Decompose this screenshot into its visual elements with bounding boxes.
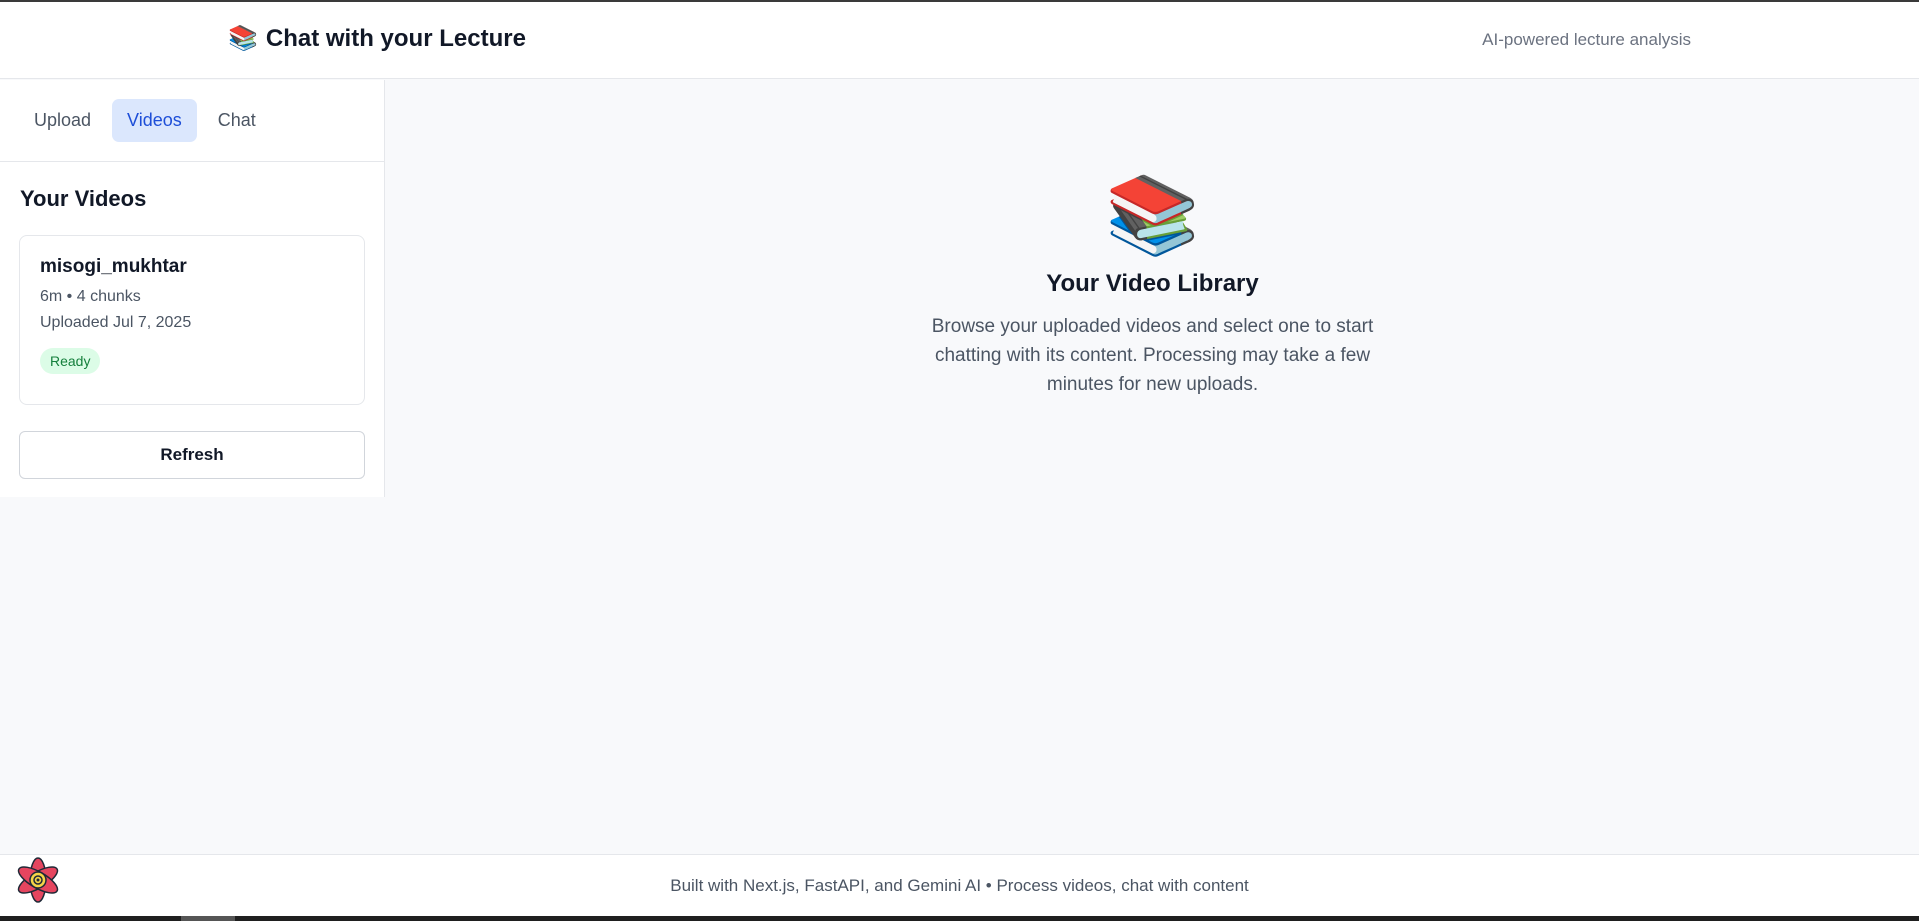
video-name: misogi_mukhtar (40, 256, 187, 277)
library-description: Browse your uploaded videos and select o… (931, 316, 1374, 395)
status-badge: Ready (40, 348, 101, 374)
taskbar-item[interactable] (181, 916, 235, 921)
tab-videos[interactable]: Videos (112, 99, 197, 142)
tab-upload[interactable]: Upload (19, 99, 106, 142)
app-header: 📚 Chat with your Lecture AI-powered lect… (0, 2, 1919, 79)
books-icon: 📚 (228, 25, 258, 52)
tab-chat[interactable]: Chat (203, 99, 271, 142)
app-title: Chat with your Lecture (265, 24, 526, 52)
react-devtools-icon[interactable] (13, 855, 63, 905)
refresh-button[interactable]: Refresh (19, 431, 365, 479)
sidebar: Upload Videos Chat Your Videos misogi_mu… (0, 80, 385, 497)
video-meta: 6m • 4 chunks (40, 288, 141, 305)
video-library-empty-state: 📚 Your Video Library Browse your uploade… (386, 80, 1919, 399)
section-title: Your Videos (20, 186, 147, 211)
app-brand[interactable]: 📚 Chat with your Lecture (228, 24, 526, 53)
app-tagline: AI-powered lecture analysis (1482, 30, 1691, 49)
app-footer: Built with Next.js, FastAPI, and Gemini … (0, 854, 1919, 916)
taskbar-strip (0, 916, 1919, 921)
footer-text: Built with Next.js, FastAPI, and Gemini … (670, 875, 1249, 895)
books-icon: 📚 (1105, 173, 1200, 258)
video-card[interactable]: misogi_mukhtar 6m • 4 chunks Uploaded Ju… (19, 235, 365, 405)
video-upload-date: Uploaded Jul 7, 2025 (40, 314, 192, 331)
library-title: Your Video Library (1046, 270, 1259, 297)
sidebar-tabs: Upload Videos Chat (0, 80, 384, 162)
